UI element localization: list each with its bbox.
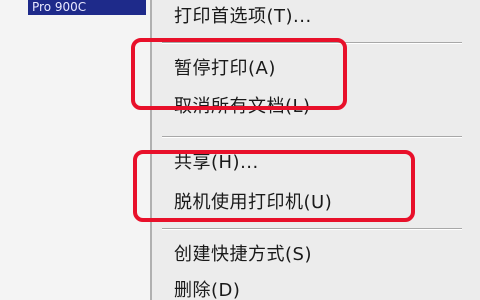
highlight-offline-printer (133, 150, 415, 222)
highlight-pause-printing (131, 38, 347, 110)
selected-printer-label[interactable]: Pro 900C (28, 0, 146, 15)
menu-separator (162, 136, 462, 138)
desktop-background: Pro 900C (0, 0, 150, 300)
menu-item-printing-preferences[interactable]: 打印首选项(T)... (174, 4, 312, 30)
menu-item-delete[interactable]: 删除(D) (174, 278, 240, 300)
menu-separator (162, 228, 462, 230)
menu-item-create-shortcut[interactable]: 创建快捷方式(S) (174, 242, 312, 268)
